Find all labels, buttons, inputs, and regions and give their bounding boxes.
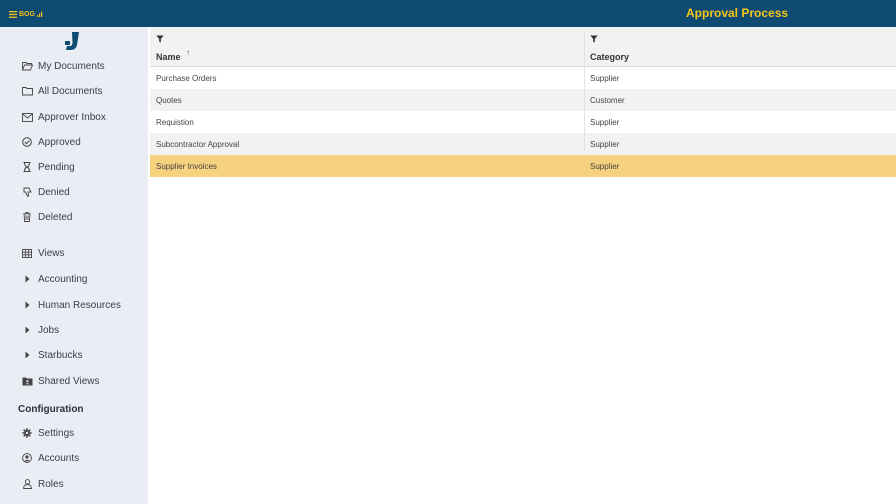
cell-category: Supplier: [590, 162, 620, 171]
sidebar-item-label: Approved: [38, 136, 81, 148]
sidebar-item-shared-views[interactable]: Shared Views: [0, 371, 148, 391]
folder-open-icon: [21, 60, 33, 72]
brand-logo: BOG: [19, 10, 35, 18]
sidebar-item-label: Pending: [38, 161, 75, 173]
sidebar-item-views[interactable]: Views: [0, 243, 148, 263]
cell-category: Customer: [590, 96, 625, 105]
sidebar-item-label: Jobs: [38, 324, 60, 336]
hamburger-icon: [9, 10, 17, 18]
table-row[interactable]: Quotes Customer: [150, 89, 896, 111]
table-row[interactable]: Subcontractor Approval Supplier: [150, 133, 896, 155]
table-row[interactable]: Requistion Supplier: [150, 111, 896, 133]
cell-category: Supplier: [590, 118, 620, 127]
cell-category: Supplier: [590, 140, 620, 149]
sidebar-item-jobs[interactable]: Jobs: [0, 320, 148, 340]
sidebar-item-label: Denied: [38, 186, 70, 198]
sidebar-item-label: Accounting: [38, 273, 88, 285]
sidebar-item-label: Views: [38, 247, 65, 259]
sidebar-item-my-documents[interactable]: My Documents: [0, 56, 148, 76]
cell-name: Supplier Invoices: [156, 162, 217, 171]
menu-toggle-button[interactable]: BOG: [9, 8, 45, 20]
sidebar-item-deleted[interactable]: Deleted: [0, 207, 148, 227]
folder-icon: [21, 85, 33, 97]
filter-icon[interactable]: [590, 35, 598, 43]
sidebar-item-pending[interactable]: Pending: [0, 157, 148, 177]
user-circle-icon: [21, 452, 33, 464]
top-bar: BOG Approval Process: [0, 0, 896, 27]
sidebar-item-starbucks[interactable]: Starbucks: [0, 345, 148, 365]
table-row[interactable]: Purchase Orders Supplier: [150, 67, 896, 89]
sidebar-item-label: Accounts: [38, 452, 80, 464]
table-row-selected[interactable]: Supplier Invoices Supplier: [150, 155, 896, 177]
envelope-icon: [21, 111, 33, 123]
sort-ascending-icon[interactable]: ↑: [186, 48, 190, 57]
sidebar-item-label: Settings: [38, 427, 75, 439]
app-logo-icon: [65, 32, 79, 50]
trash-icon: [21, 211, 33, 223]
cell-name: Purchase Orders: [156, 74, 217, 83]
caret-right-icon: [21, 273, 33, 285]
sidebar-item-settings[interactable]: Settings: [0, 423, 148, 443]
caret-right-icon: [21, 349, 33, 361]
cell-category: Supplier: [590, 74, 620, 83]
sidebar-item-all-documents[interactable]: All Documents: [0, 81, 148, 101]
cell-name: Requistion: [156, 118, 194, 127]
sidebar-item-label: Shared Views: [38, 375, 100, 387]
sidebar-item-accounts[interactable]: Accounts: [0, 448, 148, 468]
sidebar-item-roles[interactable]: Roles: [0, 474, 148, 494]
sidebar-item-label: Human Resources: [38, 299, 121, 311]
table-icon: [21, 247, 33, 259]
sidebar-item-denied[interactable]: Denied: [0, 182, 148, 202]
signal-icon: [36, 11, 43, 17]
cell-name: Subcontractor Approval: [156, 140, 240, 149]
sidebar-item-label: Roles: [38, 478, 64, 490]
gear-icon: [21, 427, 33, 439]
caret-right-icon: [21, 299, 33, 311]
page-title: Approval Process: [686, 6, 789, 20]
filter-icon[interactable]: [156, 35, 164, 43]
sidebar-item-label: Deleted: [38, 211, 73, 223]
sidebar-item-accounting[interactable]: Accounting: [0, 269, 148, 289]
sidebar-item-human-resources[interactable]: Human Resources: [0, 295, 148, 315]
approval-process-grid: Name ↑ Category Purchase Orders Supplier…: [150, 27, 896, 504]
sidebar-item-approver-inbox[interactable]: Approver Inbox: [0, 107, 148, 127]
column-header-name[interactable]: Name: [156, 52, 181, 62]
user-icon: [21, 478, 33, 490]
shared-folder-icon: [21, 375, 33, 387]
sidebar-item-label: All Documents: [38, 85, 103, 97]
cell-name: Quotes: [156, 96, 182, 105]
column-header-category[interactable]: Category: [590, 52, 629, 62]
sidebar-item-label: Approver Inbox: [38, 111, 106, 123]
check-circle-icon: [21, 136, 33, 148]
grid-header: Name ↑ Category: [150, 27, 896, 67]
column-divider[interactable]: [584, 31, 585, 151]
sidebar-item-label: My Documents: [38, 60, 105, 72]
hourglass-icon: [21, 161, 33, 173]
thumbs-down-icon: [21, 186, 33, 198]
caret-right-icon: [21, 324, 33, 336]
sidebar-item-label: Starbucks: [38, 349, 83, 361]
sidebar-item-approved[interactable]: Approved: [0, 132, 148, 152]
sidebar: My Documents All Documents Approver Inbo…: [0, 27, 148, 504]
configuration-heading: Configuration: [18, 404, 84, 415]
